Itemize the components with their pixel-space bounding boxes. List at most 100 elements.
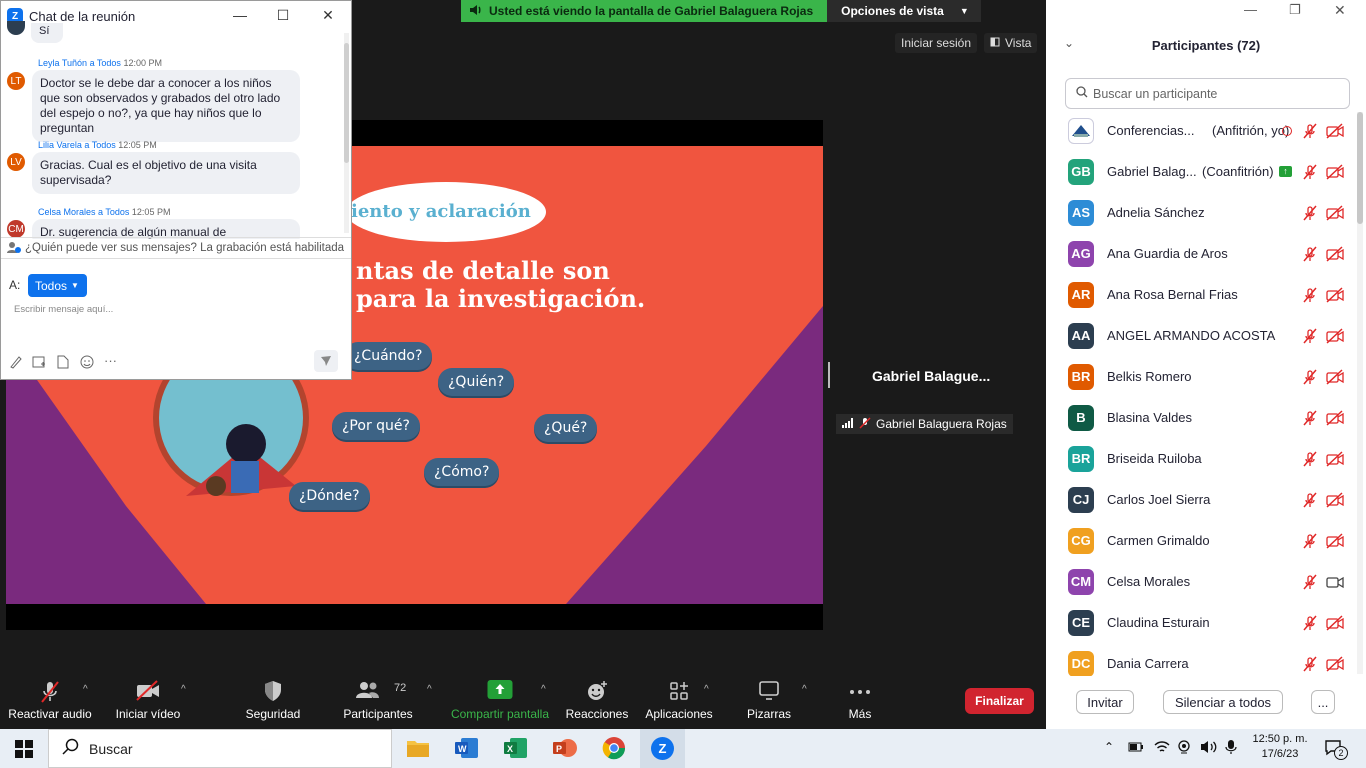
- participants-scrollbar-thumb[interactable]: [1357, 112, 1363, 224]
- minimize-button[interactable]: —: [1244, 2, 1257, 17]
- end-meeting-button[interactable]: Finalizar: [965, 688, 1034, 714]
- participant-row[interactable]: Conferencias... (Anfitrión, yo): [1046, 110, 1356, 151]
- mic-muted-icon[interactable]: [1301, 655, 1319, 673]
- recipient-select[interactable]: Todos ▼: [28, 274, 87, 297]
- start-video-button[interactable]: Iniciar vídeo: [113, 672, 183, 729]
- close-button[interactable]: ✕: [319, 7, 337, 25]
- recording-notice[interactable]: ¿Quién puede ver sus mensajes? La grabac…: [1, 237, 351, 259]
- video-off-icon[interactable]: [1325, 491, 1345, 509]
- participant-row[interactable]: AA ANGEL ARMANDO ACOSTA: [1046, 315, 1356, 356]
- wifi-icon[interactable]: [1154, 740, 1170, 757]
- file-icon[interactable]: [57, 355, 69, 372]
- audio-options-caret[interactable]: ^: [83, 684, 88, 695]
- volume-icon[interactable]: [1200, 740, 1218, 757]
- video-off-icon[interactable]: [1325, 532, 1345, 550]
- more-options-icon[interactable]: ···: [104, 353, 117, 368]
- participant-row[interactable]: CE Claudina Esturain: [1046, 602, 1356, 643]
- reactions-button[interactable]: Reacciones: [565, 672, 629, 729]
- security-button[interactable]: Seguridad: [240, 672, 306, 729]
- video-off-icon[interactable]: [1325, 450, 1345, 468]
- participant-row[interactable]: AR Ana Rosa Bernal Frias: [1046, 274, 1356, 315]
- notifications-icon[interactable]: 2: [1324, 738, 1348, 761]
- whiteboard-options-caret[interactable]: ^: [802, 684, 807, 695]
- video-off-icon[interactable]: [1325, 286, 1345, 304]
- video-off-icon[interactable]: [1325, 122, 1345, 140]
- signin-button[interactable]: Iniciar sesión: [895, 33, 978, 53]
- mic-muted-icon[interactable]: [1301, 491, 1319, 509]
- more-button[interactable]: Más: [838, 672, 882, 729]
- participants-scrollbar[interactable]: [1357, 112, 1363, 674]
- maximize-button[interactable]: ☐: [274, 7, 292, 25]
- taskbar-clock[interactable]: 12:50 p. m. 17/6/23: [1246, 732, 1314, 762]
- participant-row[interactable]: AS Adnelia Sánchez: [1046, 192, 1356, 233]
- participant-row[interactable]: AG Ana Guardia de Aros: [1046, 233, 1356, 274]
- participant-row[interactable]: BR Briseida Ruiloba: [1046, 438, 1356, 479]
- video-off-icon[interactable]: [1325, 204, 1345, 222]
- powerpoint-icon[interactable]: P: [553, 737, 577, 762]
- zoom-taskbar-button[interactable]: Z: [640, 729, 685, 768]
- minimize-button[interactable]: —: [231, 7, 249, 25]
- view-button[interactable]: Vista: [984, 33, 1038, 53]
- restore-button[interactable]: ❐: [1289, 2, 1301, 18]
- mic-muted-icon[interactable]: [1301, 409, 1319, 427]
- participant-row[interactable]: CM Celsa Morales: [1046, 561, 1356, 602]
- excel-icon[interactable]: X: [504, 737, 528, 762]
- webcam-icon[interactable]: [1177, 740, 1193, 757]
- unmute-button[interactable]: Reactivar audio: [6, 672, 94, 729]
- video-off-icon[interactable]: [1325, 327, 1345, 345]
- file-explorer-icon[interactable]: [406, 738, 430, 761]
- video-off-icon[interactable]: [1325, 163, 1345, 181]
- chat-scrollbar[interactable]: [344, 33, 349, 233]
- panel-divider[interactable]: [828, 362, 830, 388]
- microphone-icon[interactable]: [1225, 739, 1237, 758]
- video-off-icon[interactable]: [1325, 368, 1345, 386]
- mic-muted-icon[interactable]: [1301, 327, 1319, 345]
- video-on-icon[interactable]: [1325, 573, 1345, 591]
- send-icon[interactable]: [314, 350, 338, 372]
- mic-muted-icon[interactable]: [1301, 245, 1319, 263]
- share-screen-button[interactable]: Compartir pantalla: [449, 672, 551, 729]
- participants-button[interactable]: 72 Participantes: [340, 672, 416, 729]
- close-button[interactable]: ✕: [1334, 2, 1346, 19]
- word-icon[interactable]: W: [455, 737, 479, 762]
- chat-scrollbar-thumb[interactable]: [344, 43, 349, 163]
- video-off-icon[interactable]: [1325, 655, 1345, 673]
- participant-row[interactable]: CG Carmen Grimaldo: [1046, 520, 1356, 561]
- windows-start-icon[interactable]: [15, 740, 33, 761]
- video-off-icon[interactable]: [1325, 409, 1345, 427]
- participant-row[interactable]: BR Belkis Romero: [1046, 356, 1356, 397]
- format-icon[interactable]: [9, 355, 23, 372]
- taskbar-search[interactable]: Buscar: [48, 729, 392, 768]
- mic-muted-icon[interactable]: [1301, 532, 1319, 550]
- mute-all-button[interactable]: Silenciar a todos: [1163, 690, 1283, 714]
- mic-muted-icon[interactable]: [1301, 122, 1319, 140]
- apps-options-caret[interactable]: ^: [704, 684, 709, 695]
- video-off-icon[interactable]: [1325, 614, 1345, 632]
- mic-muted-icon[interactable]: [1301, 368, 1319, 386]
- emoji-icon[interactable]: [80, 355, 94, 372]
- screenshot-icon[interactable]: [32, 355, 46, 372]
- chevron-up-icon[interactable]: ⌃: [1104, 740, 1114, 754]
- video-options-caret[interactable]: ^: [181, 684, 186, 695]
- mic-muted-icon[interactable]: [1301, 163, 1319, 181]
- share-options-caret[interactable]: ^: [541, 684, 546, 695]
- mic-muted-icon[interactable]: [1301, 450, 1319, 468]
- participant-row[interactable]: GB Gabriel Balag... (Coanfitrión) ↑: [1046, 151, 1356, 192]
- view-options-button[interactable]: Opciones de vista ▼: [827, 0, 981, 22]
- video-off-icon[interactable]: [1325, 245, 1345, 263]
- chrome-icon[interactable]: [602, 736, 626, 763]
- mic-muted-icon[interactable]: [1301, 204, 1319, 222]
- chat-input[interactable]: Escribir mensaje aquí...: [14, 304, 113, 315]
- battery-icon[interactable]: [1128, 741, 1144, 756]
- participant-row[interactable]: B Blasina Valdes: [1046, 397, 1356, 438]
- invite-button[interactable]: Invitar: [1076, 690, 1134, 714]
- mic-muted-icon[interactable]: [1301, 573, 1319, 591]
- participant-search-input[interactable]: Buscar un participante: [1065, 78, 1350, 109]
- apps-button[interactable]: Aplicaciones: [643, 672, 715, 729]
- whiteboards-button[interactable]: Pizarras: [740, 672, 798, 729]
- participant-row[interactable]: CJ Carlos Joel Sierra: [1046, 479, 1356, 520]
- mic-muted-icon[interactable]: [1301, 614, 1319, 632]
- mic-muted-icon[interactable]: [1301, 286, 1319, 304]
- more-button[interactable]: ...: [1311, 690, 1335, 714]
- participants-options-caret[interactable]: ^: [427, 684, 432, 695]
